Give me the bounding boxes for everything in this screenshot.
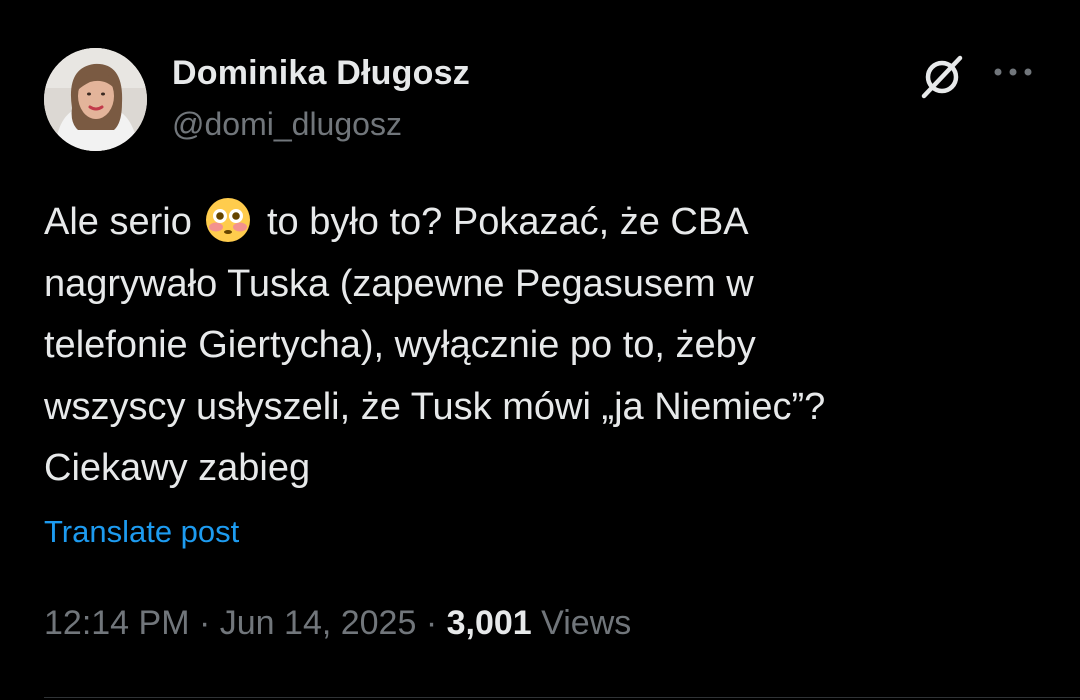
- tweet-text-line-2: nagrywało Tuska (zapewne Pegasusem w: [44, 262, 754, 305]
- more-horizontal-icon[interactable]: [993, 60, 1033, 84]
- avatar[interactable]: [44, 48, 147, 151]
- post-date[interactable]: Jun 14, 2025: [220, 604, 417, 642]
- meta-separator: ·: [198, 604, 211, 642]
- flushed-face-emoji-icon: [204, 196, 252, 244]
- author-display-name[interactable]: Dominika Długosz: [172, 54, 470, 93]
- tweet-text-line-1: Ale serio to było to? Pokazać, że CBA: [44, 192, 1044, 254]
- tweet-text-line-5: Ciekawy zabieg: [44, 447, 311, 489]
- views-count[interactable]: 3,001: [447, 604, 532, 642]
- tweet-text-segment: Ale serio: [44, 201, 192, 243]
- tweet-text-line-4: wszyscy usłyszeli, że Tusk mówi „ja Niem…: [44, 385, 826, 428]
- views-label[interactable]: Views: [541, 604, 631, 642]
- tweet-metadata: 12:14 PM · Jun 14, 2025 · 3,001 Views: [44, 604, 631, 643]
- translate-post-link[interactable]: Translate post: [44, 514, 239, 550]
- tweet-card: Dominika Długosz @domi_dlugosz Ale serio: [0, 0, 1080, 700]
- author-handle[interactable]: @domi_dlugosz: [172, 106, 402, 143]
- grok-icon[interactable]: [916, 50, 968, 102]
- divider: [44, 697, 1080, 698]
- avatar-image: [44, 48, 147, 151]
- tweet-text: Ale serio to było to? Pokazać, że CBA na…: [44, 192, 1044, 500]
- tweet-text-segment: to było to? Pokazać, że CBA: [266, 201, 749, 243]
- tweet-text-line-3: telefonie Giertycha), wyłącznie po to, ż…: [44, 324, 756, 366]
- post-time[interactable]: 12:14 PM: [44, 604, 190, 642]
- meta-separator: ·: [425, 604, 438, 642]
